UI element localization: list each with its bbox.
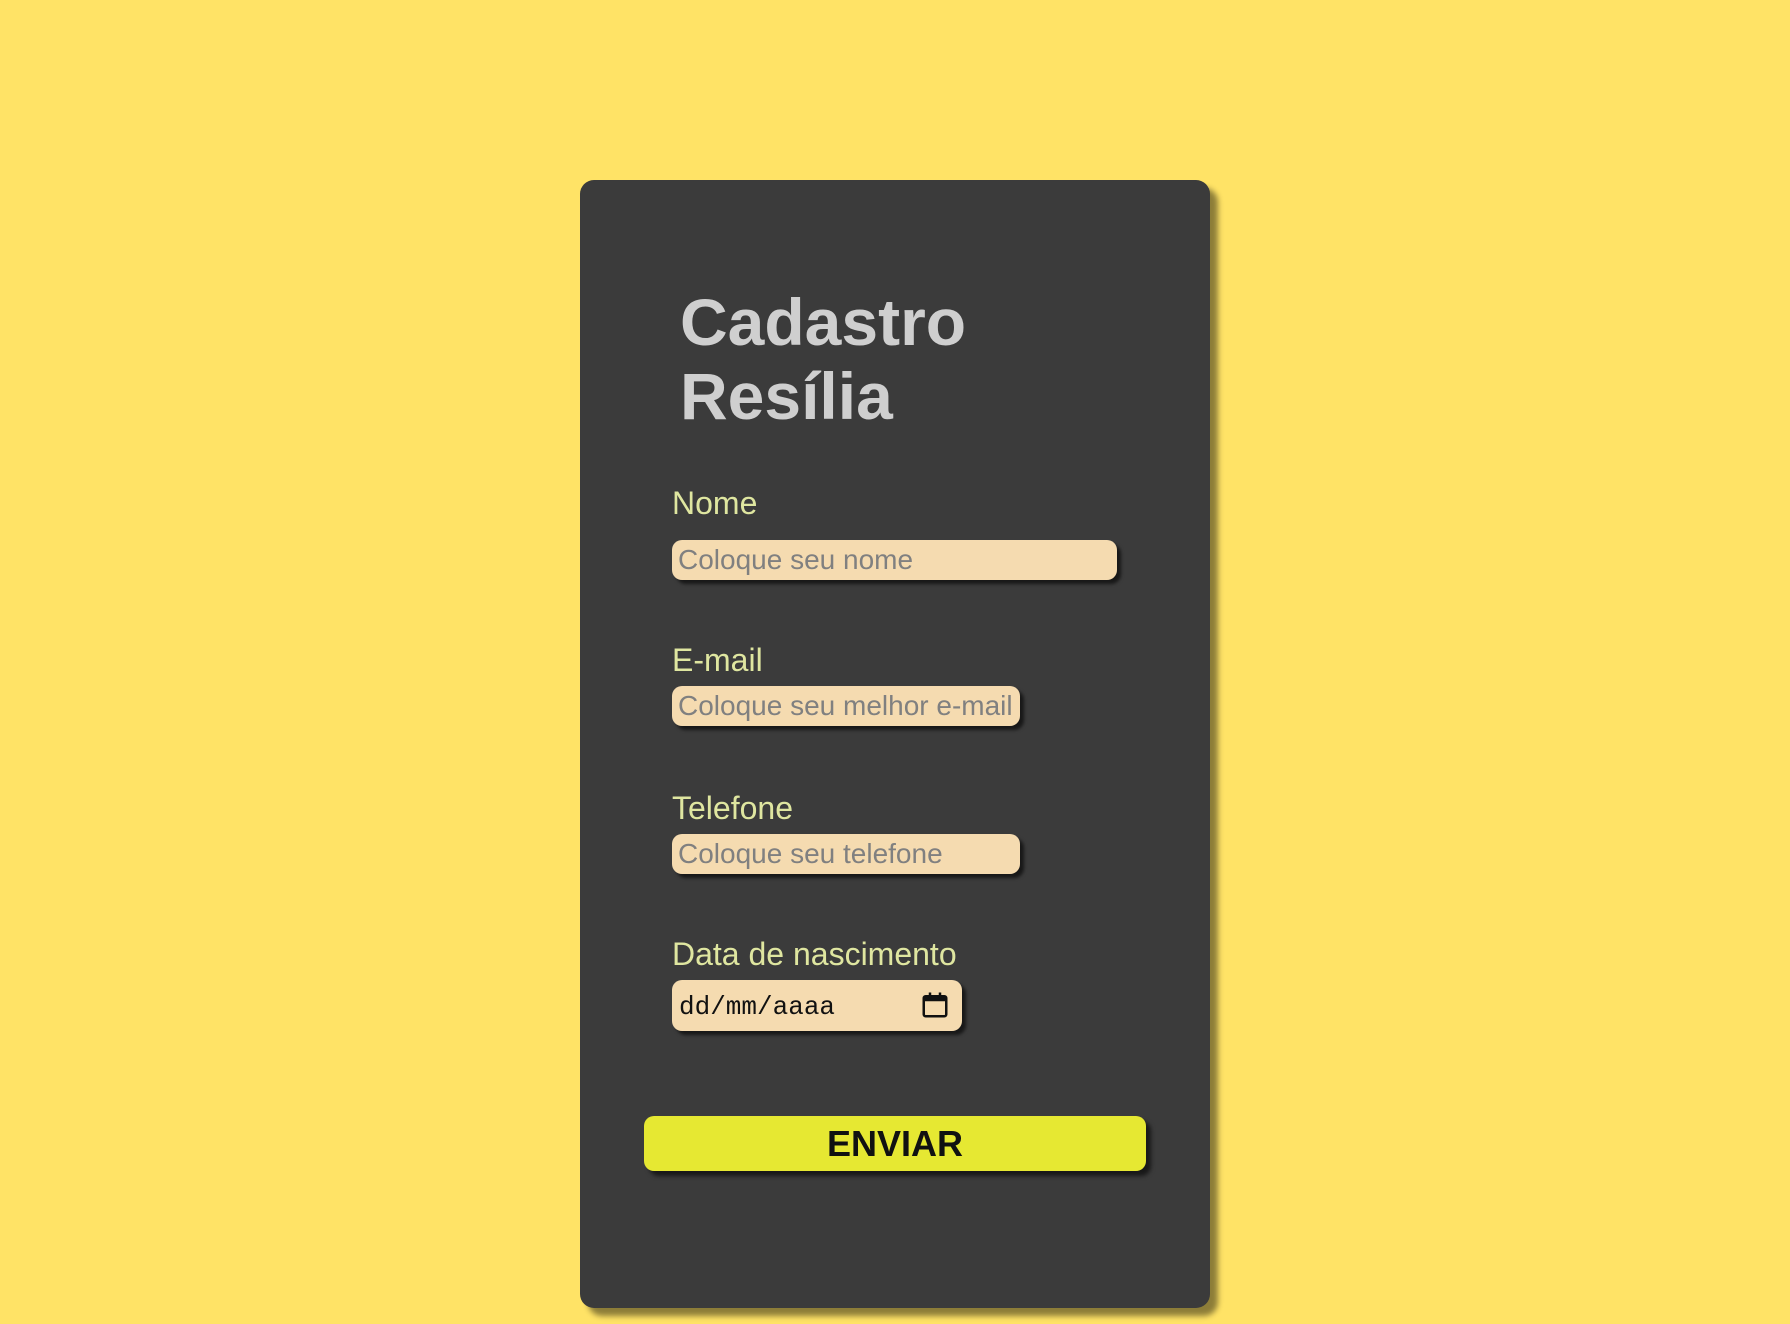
email-input[interactable] bbox=[672, 686, 1020, 726]
title-line-1: Cadastro bbox=[680, 285, 967, 359]
nome-label: Nome bbox=[672, 485, 758, 521]
telefone-label: Telefone bbox=[672, 790, 793, 826]
nascimento-label: Data de nascimento bbox=[672, 936, 957, 972]
birthdate-input[interactable]: dd/mm/aaaa bbox=[672, 980, 962, 1031]
submit-button[interactable]: ENVIAR bbox=[644, 1116, 1146, 1171]
page-title: Cadastro Resília bbox=[680, 285, 966, 433]
signup-card: Cadastro Resília Nome E-mail Telefone Da… bbox=[580, 180, 1210, 1308]
calendar-icon[interactable] bbox=[920, 990, 950, 1020]
date-placeholder: dd/mm/aaaa bbox=[679, 992, 836, 1022]
title-line-2: Resília bbox=[680, 359, 893, 433]
nome-input[interactable] bbox=[672, 540, 1117, 580]
email-label: E-mail bbox=[672, 642, 763, 678]
telefone-input[interactable] bbox=[672, 834, 1020, 874]
